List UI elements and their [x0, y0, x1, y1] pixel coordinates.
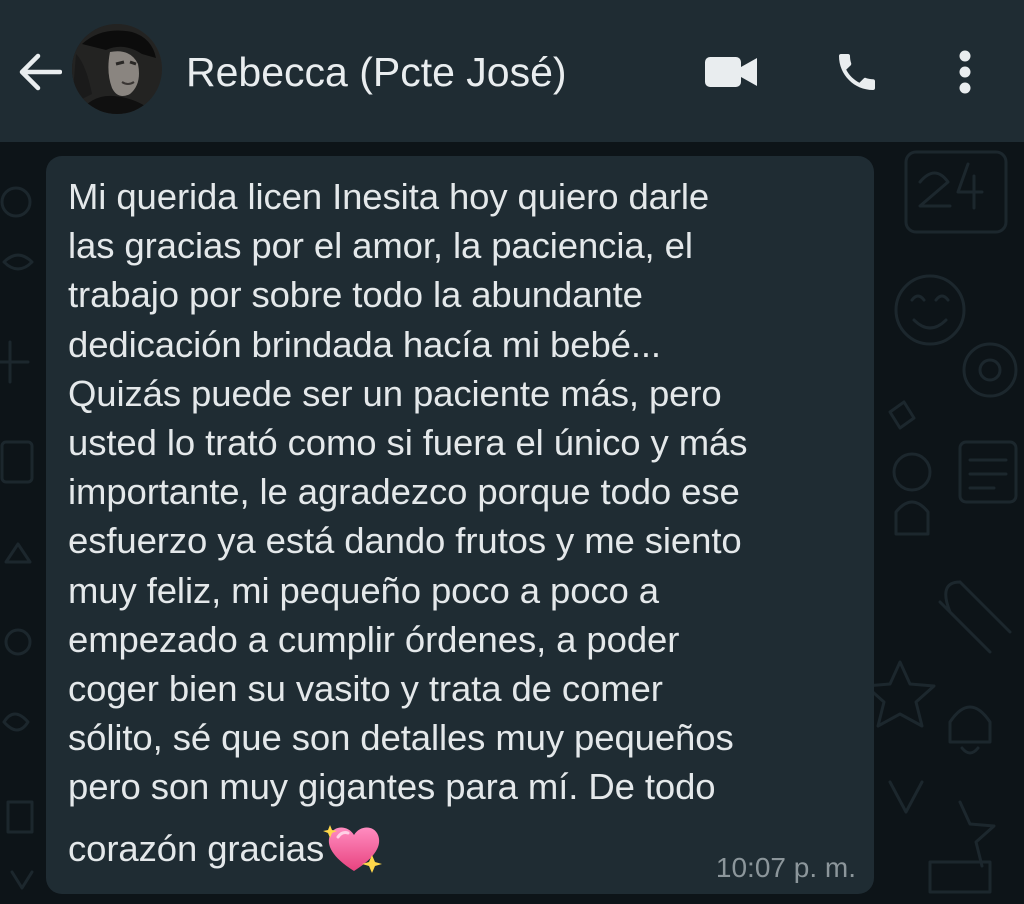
message-bubble[interactable]: Mi querida licen Inesita hoy quiero darl…	[46, 156, 874, 894]
message-line: Quizás puede ser un paciente más, pero	[68, 372, 722, 414]
message-line: dedicación brindada hacía mi bebé...	[68, 323, 661, 365]
back-button[interactable]	[14, 48, 66, 96]
chat-screen: Rebecca (Pcte José) Mi querida licen Ine…	[0, 0, 1024, 904]
message-line: esfuerzo ya está dando frutos y me sient…	[68, 520, 742, 562]
message-line: trabajo por sobre todo la abundante	[68, 274, 643, 316]
videocam-icon	[705, 57, 757, 87]
message-line: Mi querida licen Inesita hoy quiero darl…	[68, 176, 710, 217]
message-line: corazón gracias	[68, 827, 325, 869]
arrow-left-icon	[19, 53, 62, 91]
more-options-button[interactable]	[940, 44, 990, 100]
message-line: coger bien su vasito y trata de comer	[68, 667, 663, 709]
message-line: importante, le agradezco porque todo ese	[68, 471, 740, 513]
avatar[interactable]	[72, 24, 162, 114]
message-line: muy feliz, mi pequeño poco a poco a	[68, 569, 659, 611]
contact-name[interactable]: Rebecca (Pcte José)	[186, 44, 567, 100]
voice-call-button[interactable]	[826, 44, 888, 100]
video-call-button[interactable]	[698, 44, 764, 100]
chat-area[interactable]: Mi querida licen Inesita hoy quiero darl…	[0, 142, 1024, 904]
sparkling-heart-icon	[323, 825, 383, 874]
message-text: Mi querida licen Inesita hoy quiero darl…	[68, 172, 868, 877]
message-line: empezado a cumplir órdenes, a poder	[68, 618, 680, 660]
chat-header: Rebecca (Pcte José)	[0, 0, 1024, 142]
message-line: pero son muy gigantes para mí. De todo	[68, 766, 716, 808]
phone-icon	[839, 54, 875, 90]
more-vertical-icon	[959, 50, 971, 94]
avatar-photo	[72, 24, 162, 114]
message-line: las gracias por el amor, la paciencia, e…	[68, 225, 693, 267]
message-timestamp: 10:07 p. m.	[715, 852, 856, 883]
message-line: usted lo trató como si fuera el único y …	[68, 421, 748, 463]
message-line: sólito, sé que son detalles muy pequeños	[68, 717, 734, 759]
